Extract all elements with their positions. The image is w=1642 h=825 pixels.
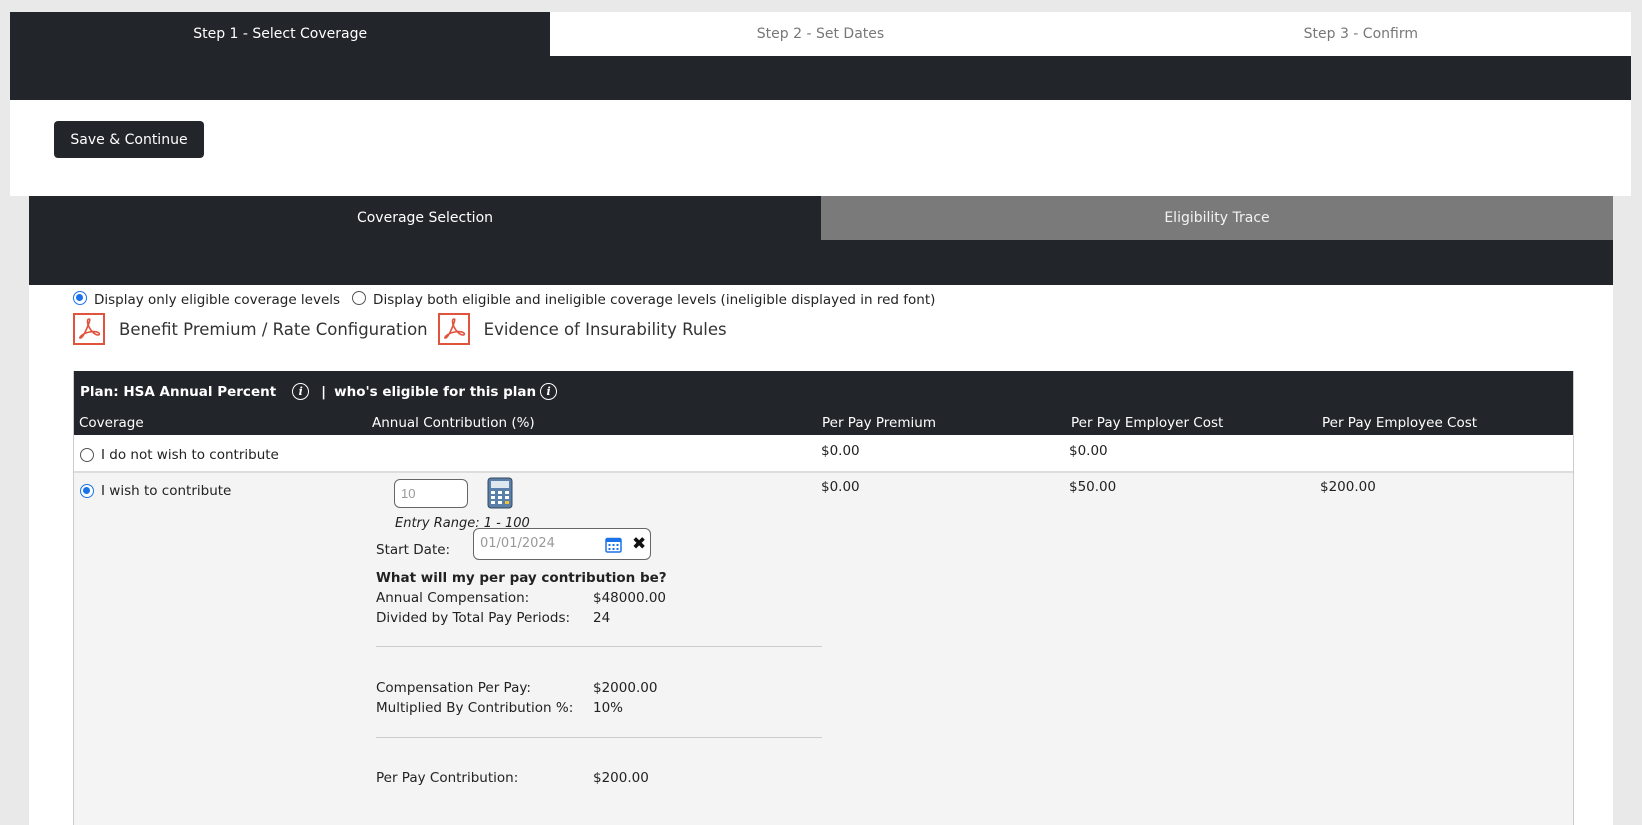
- start-date-field[interactable]: 01/01/2024 ✖: [473, 528, 651, 560]
- pdf-icon[interactable]: [437, 313, 470, 345]
- per-pay-label: Per Pay Contribution:: [376, 770, 519, 786]
- pay-periods-label: Divided by Total Pay Periods:: [376, 610, 571, 626]
- wizard-steps: Step 1 - Select Coverage Step 2 - Set Da…: [10, 12, 1631, 100]
- document-links: Benefit Premium / Rate Configuration Evi…: [73, 313, 737, 345]
- subtabs: Coverage Selection Eligibility Trace: [29, 196, 1613, 285]
- eoi-rules-link[interactable]: Evidence of Insurability Rules: [484, 320, 727, 339]
- pay-periods-value: 24: [593, 610, 611, 626]
- both-label: Display both eligible and ineligible cov…: [373, 292, 936, 308]
- tab-step-1[interactable]: Step 1 - Select Coverage: [10, 12, 551, 56]
- plan-header: Plan: HSA Annual Percent i | who's eligi…: [74, 371, 1573, 435]
- per-pay-value: $200.00: [593, 770, 649, 786]
- contribution-percent-input[interactable]: [394, 479, 468, 508]
- divider: [376, 646, 822, 647]
- coverage-card: Coverage Selection Eligibility Trace Dis…: [29, 196, 1613, 825]
- premium-value: $0.00: [821, 443, 860, 459]
- display-options: Display only eligible coverage levels Di…: [73, 291, 947, 308]
- comp-per-pay-value: $2000.00: [593, 680, 658, 696]
- save-bar: Save & Continue: [10, 100, 1631, 196]
- divider: [376, 737, 822, 738]
- coverage-option-no[interactable]: I do not wish to contribute: [80, 447, 279, 463]
- option-both[interactable]: Display both eligible and ineligible cov…: [352, 291, 936, 308]
- calendar-icon[interactable]: [605, 536, 622, 557]
- employee-cost-value: $200.00: [1320, 479, 1376, 495]
- option-eligible-only[interactable]: Display only eligible coverage levels: [73, 291, 341, 308]
- comp-per-pay-label: Compensation Per Pay:: [376, 680, 531, 696]
- employer-cost-value: $50.00: [1069, 479, 1117, 495]
- col-employee-cost: Per Pay Employee Cost: [1322, 415, 1478, 431]
- both-radio[interactable]: [352, 291, 367, 305]
- tab-coverage-selection[interactable]: Coverage Selection: [29, 196, 821, 240]
- contribute-radio[interactable]: [80, 484, 94, 498]
- tab-step-2[interactable]: Step 2 - Set Dates: [550, 12, 1091, 56]
- annual-comp-label: Annual Compensation:: [376, 590, 530, 606]
- col-employer-cost: Per Pay Employer Cost: [1071, 415, 1224, 431]
- multiplied-value: 10%: [593, 700, 624, 716]
- table-row: I wish to contribute Entry Range: 1 - 10…: [74, 473, 1573, 825]
- contribution-question: What will my per pay contribution be?: [376, 570, 667, 586]
- col-coverage: Coverage: [79, 415, 144, 431]
- eligible-only-label: Display only eligible coverage levels: [94, 292, 341, 308]
- clear-icon[interactable]: ✖: [632, 534, 646, 554]
- table-row: I do not wish to contribute $0.00 $0.00: [74, 435, 1573, 473]
- tab-eligibility-trace[interactable]: Eligibility Trace: [821, 196, 1613, 240]
- title-separator: |: [321, 383, 327, 400]
- premium-value: $0.00: [821, 479, 860, 495]
- calculator-icon[interactable]: [487, 477, 513, 513]
- start-date-value: 01/01/2024: [480, 536, 555, 551]
- plan-title: Plan: HSA Annual Percent i | who's eligi…: [80, 383, 558, 400]
- col-contribution: Annual Contribution (%): [372, 415, 535, 431]
- col-premium: Per Pay Premium: [822, 415, 936, 431]
- info-icon[interactable]: i: [540, 383, 558, 400]
- eligibility-link[interactable]: who's eligible for this plan: [334, 384, 536, 400]
- plan-table: Plan: HSA Annual Percent i | who's eligi…: [73, 371, 1574, 825]
- pdf-icon[interactable]: [73, 313, 105, 345]
- annual-comp-value: $48000.00: [593, 590, 667, 606]
- coverage-label: I do not wish to contribute: [101, 447, 279, 463]
- plan-name: Plan: HSA Annual Percent: [80, 383, 277, 400]
- employer-cost-value: $0.00: [1069, 443, 1108, 459]
- multiplied-label: Multiplied By Contribution %:: [376, 700, 574, 716]
- coverage-option-yes[interactable]: I wish to contribute: [80, 483, 231, 499]
- tab-step-3[interactable]: Step 3 - Confirm: [1090, 12, 1631, 56]
- rate-config-link[interactable]: Benefit Premium / Rate Configuration: [119, 320, 428, 339]
- coverage-label: I wish to contribute: [101, 483, 232, 499]
- eligible-only-radio[interactable]: [73, 291, 87, 305]
- save-continue-button[interactable]: Save & Continue: [54, 121, 204, 158]
- no-contribute-radio[interactable]: [80, 448, 94, 462]
- info-icon[interactable]: i: [292, 383, 310, 400]
- start-date-label: Start Date:: [376, 542, 451, 558]
